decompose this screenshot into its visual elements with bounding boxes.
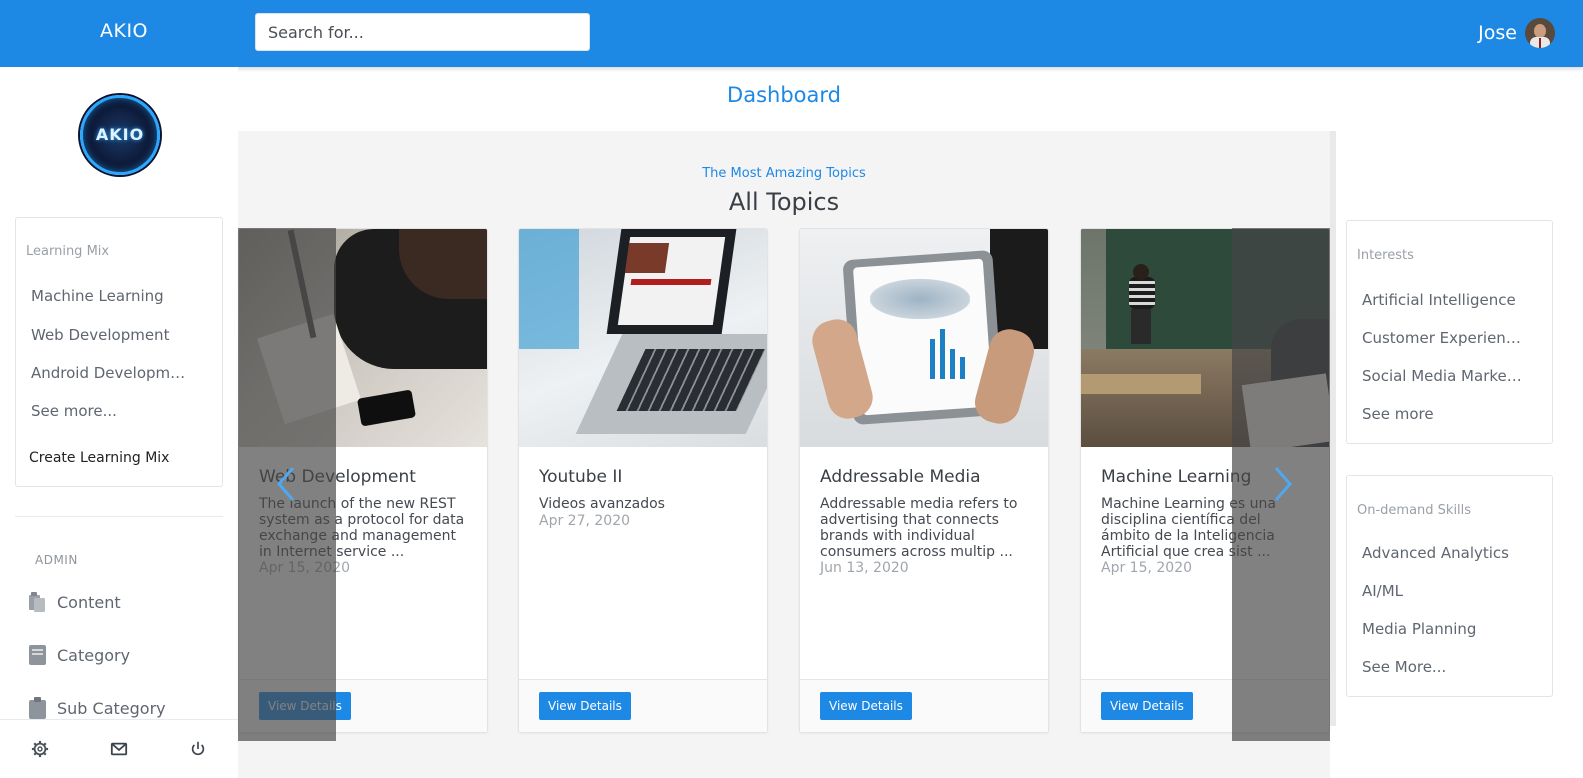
- topic-title[interactable]: Addressable Media: [820, 467, 981, 487]
- interest-item[interactable]: Customer Experience: [1362, 329, 1522, 347]
- search-input[interactable]: [255, 13, 590, 51]
- topic-image: [800, 229, 1048, 447]
- create-learning-mix-button[interactable]: Create Learning Mix: [29, 450, 169, 466]
- learning-mix-card: Learning Mix Machine Learning Web Develo…: [15, 217, 223, 487]
- topic-date: Jun 13, 2020: [820, 560, 909, 576]
- sidebar-footer: [0, 719, 238, 778]
- skill-item[interactable]: Media Planning: [1362, 620, 1522, 638]
- gear-icon[interactable]: [31, 740, 49, 758]
- page-title: Dashboard: [727, 83, 841, 107]
- learning-mix-title: Learning Mix: [26, 244, 110, 259]
- topic-date: Apr 27, 2020: [539, 513, 631, 529]
- topic-card[interactable]: Youtube II Videos avanzados Apr 27, 2020…: [518, 228, 768, 733]
- topic-description: Videos avanzados: [539, 496, 665, 512]
- scrollbar[interactable]: [1330, 131, 1336, 726]
- interests-see-more[interactable]: See more: [1362, 405, 1522, 423]
- admin-item-label: Content: [57, 592, 121, 612]
- chevron-right-icon[interactable]: [1268, 464, 1298, 504]
- topic-description: Addressable media refers to advertising …: [820, 496, 1018, 560]
- topic-title[interactable]: Youtube II: [539, 467, 622, 487]
- topic-image: [519, 229, 767, 447]
- section-title: All Topics: [728, 188, 840, 216]
- sidebar: AKIO Learning Mix Machine Learning Web D…: [0, 67, 238, 778]
- topic-title[interactable]: Machine Learning: [1101, 467, 1251, 487]
- interest-item[interactable]: Social Media Marketing: [1362, 367, 1522, 385]
- divider: [15, 516, 223, 517]
- admin-item-label: Sub Category: [57, 698, 166, 718]
- skill-item[interactable]: AI/ML: [1362, 582, 1522, 600]
- card-footer: View Details: [800, 679, 1048, 732]
- learning-mix-item[interactable]: Android Development: [31, 364, 189, 382]
- interests-title: Interests: [1357, 248, 1414, 263]
- card-footer: View Details: [519, 679, 767, 732]
- chevron-left-icon[interactable]: [271, 464, 301, 504]
- view-details-button[interactable]: View Details: [1101, 692, 1193, 720]
- topic-card[interactable]: Addressable Media Addressable media refe…: [799, 228, 1049, 733]
- akio-logo[interactable]: AKIO: [80, 95, 160, 175]
- topics-carousel: The Most Amazing Topics All Topics Web D…: [238, 131, 1330, 778]
- user-menu[interactable]: Jose: [1478, 18, 1555, 48]
- interest-item[interactable]: Artificial Intelligence: [1362, 291, 1522, 309]
- view-details-button[interactable]: View Details: [539, 692, 631, 720]
- learning-mix-item[interactable]: Machine Learning: [31, 287, 191, 305]
- view-details-button[interactable]: View Details: [820, 692, 912, 720]
- skills-card: On-demand Skills Advanced Analytics AI/M…: [1346, 475, 1553, 697]
- section-eyebrow: The Most Amazing Topics: [702, 166, 866, 181]
- admin-item-content[interactable]: Content: [28, 591, 121, 613]
- top-bar: AKIO Jose: [0, 0, 1583, 67]
- power-icon[interactable]: [189, 740, 207, 758]
- files-icon: [29, 592, 45, 612]
- clipboard-icon: [29, 697, 46, 719]
- admin-section-label: ADMIN: [35, 553, 78, 567]
- book-icon: [29, 645, 46, 665]
- admin-item-sub-category[interactable]: Sub Category: [28, 697, 166, 719]
- learning-mix-item[interactable]: Web Development: [31, 326, 191, 344]
- learning-mix-see-more[interactable]: See more...: [31, 402, 191, 420]
- skills-see-more[interactable]: See More...: [1362, 658, 1522, 676]
- skill-item[interactable]: Advanced Analytics: [1362, 544, 1522, 562]
- admin-item-category[interactable]: Category: [28, 644, 130, 666]
- brand-name[interactable]: AKIO: [100, 20, 148, 42]
- user-name[interactable]: Jose: [1478, 22, 1517, 44]
- topic-date: Apr 15, 2020: [1101, 560, 1193, 576]
- interests-card: Interests Artificial Intelligence Custom…: [1346, 220, 1553, 444]
- avatar[interactable]: [1525, 18, 1555, 48]
- skills-title: On-demand Skills: [1357, 503, 1472, 518]
- admin-item-label: Category: [57, 645, 131, 665]
- mail-icon[interactable]: [110, 740, 128, 758]
